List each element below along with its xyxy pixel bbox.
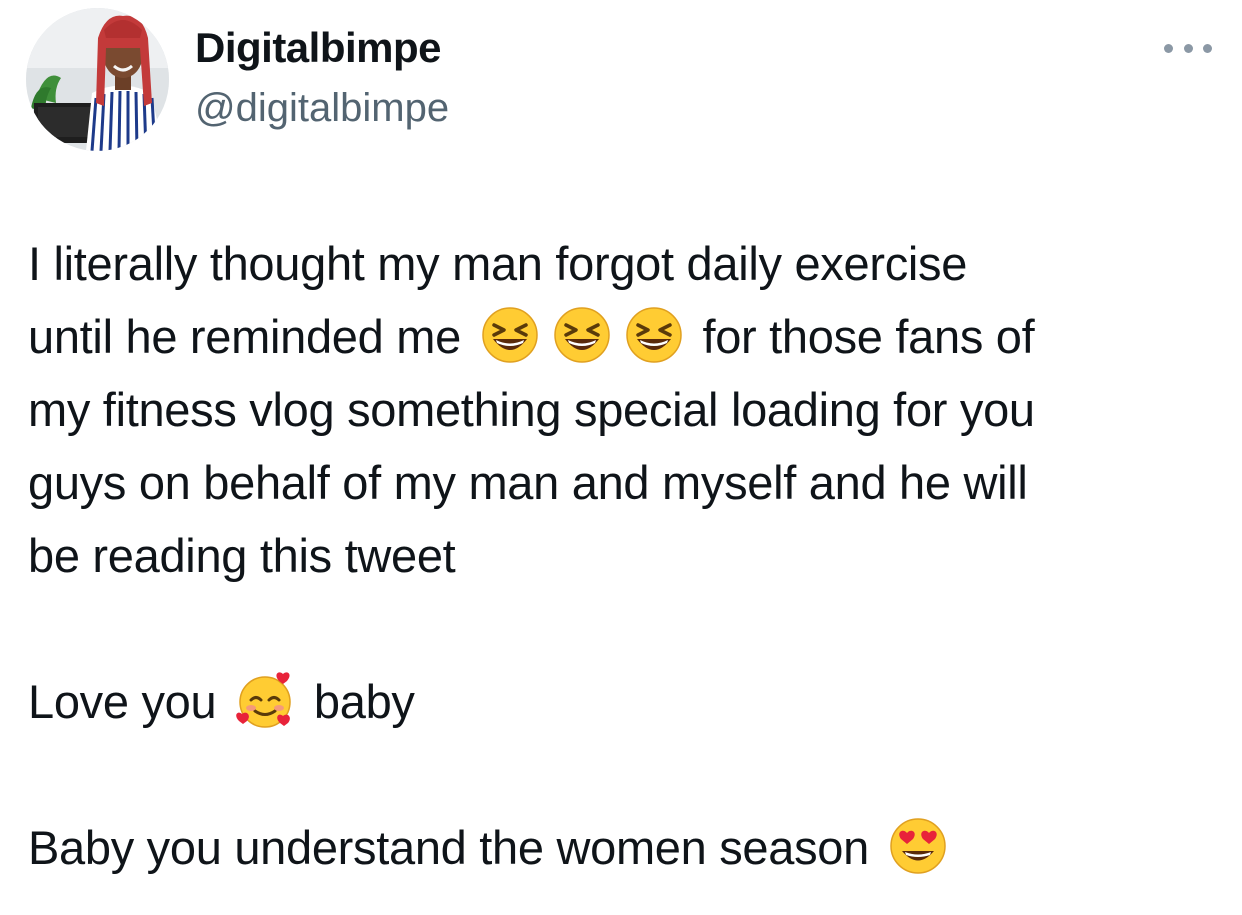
grinning-squinting-face-icon xyxy=(480,305,540,365)
heart-eyes-face-icon xyxy=(888,816,948,876)
tweet-text-segment: Baby you understand the women season xyxy=(28,821,869,874)
smiling-face-with-hearts-icon xyxy=(235,670,295,730)
more-dot xyxy=(1164,43,1173,53)
tweet-line: be reading this tweet xyxy=(28,519,1228,592)
tweet-line: Love you baby xyxy=(28,665,1228,738)
tweet-text-segment: Love you xyxy=(28,675,217,728)
author-avatar[interactable] xyxy=(26,8,169,151)
author-display-name[interactable]: Digitalbimpe xyxy=(195,24,442,72)
more-dot xyxy=(1203,43,1212,53)
tweet-line: Baby you understand the women season xyxy=(28,811,1228,884)
tweet-line: my fitness vlog something special loadin… xyxy=(28,373,1228,446)
tweet-text-segment: be reading this tweet xyxy=(28,529,456,582)
more-dot xyxy=(1183,43,1193,53)
tweet-line: until he reminded me for those fans of xyxy=(28,300,1228,373)
tweet-text-segment: for those fans of xyxy=(702,310,1035,363)
grinning-squinting-face-icon xyxy=(624,305,684,365)
grinning-squinting-face-icon xyxy=(552,305,612,365)
tweet-text-segment: I literally thought my man forgot daily … xyxy=(28,237,968,290)
tweet-card: Digitalbimpe @digitalbimpe I literally t… xyxy=(0,0,1242,915)
more-options-icon[interactable] xyxy=(1164,34,1212,62)
tweet-text-segment: until he reminded me xyxy=(28,310,461,363)
author-handle[interactable]: @digitalbimpe xyxy=(195,86,449,131)
tweet-text-segment: baby xyxy=(313,675,415,728)
tweet-line: I literally thought my man forgot daily … xyxy=(28,227,1228,300)
tweet-text-segment: my fitness vlog something special loadin… xyxy=(28,383,1035,436)
tweet-line: guys on behalf of my man and myself and … xyxy=(28,446,1228,519)
tweet-text: I literally thought my man forgot daily … xyxy=(28,227,1228,884)
tweet-text-segment: guys on behalf of my man and myself and … xyxy=(28,456,1028,509)
